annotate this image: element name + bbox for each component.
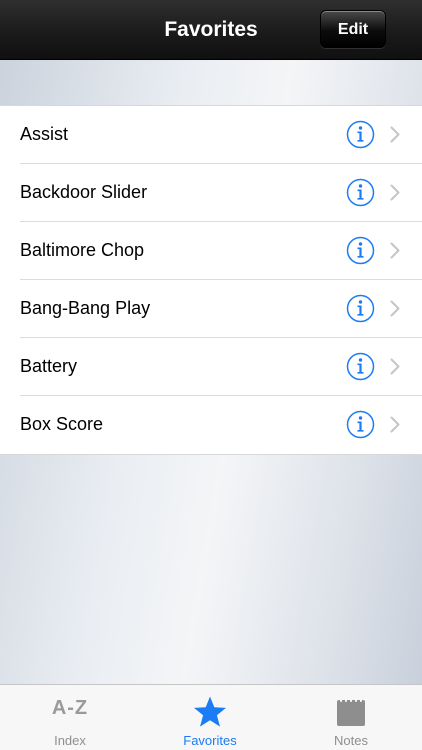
list-item[interactable]: Backdoor Slider: [20, 164, 422, 222]
chevron-right-icon: [390, 126, 400, 143]
chevron-right-icon: [390, 300, 400, 317]
info-icon[interactable]: [346, 178, 375, 207]
list-item[interactable]: Box Score: [20, 396, 422, 454]
list-item-label: Bang-Bang Play: [20, 298, 151, 318]
list-item[interactable]: Bang-Bang Play: [20, 280, 422, 338]
list-item-label: Backdoor Slider: [20, 182, 148, 202]
info-icon[interactable]: [346, 410, 375, 439]
tab-index[interactable]: A-Z Index: [0, 685, 140, 750]
info-icon[interactable]: [346, 294, 375, 323]
a-z-icon: A-Z: [51, 697, 89, 719]
list-item-label: Baltimore Chop: [20, 240, 145, 260]
chevron-right-icon: [390, 358, 400, 375]
tab-notes[interactable]: Notes: [281, 685, 421, 750]
list-item-label: Battery: [20, 356, 78, 376]
list-item[interactable]: Baltimore Chop: [20, 222, 422, 280]
favorites-list: Assist Backdoor Slider Baltimore Chop Ba…: [0, 105, 422, 455]
list-item[interactable]: Assist: [20, 106, 422, 164]
navigation-bar: Favorites Edit: [0, 0, 422, 60]
edit-button[interactable]: Edit: [320, 10, 386, 48]
list-item-label: Box Score: [20, 414, 104, 434]
tab-label: Notes: [334, 733, 368, 748]
chevron-right-icon: [390, 242, 400, 259]
tab-bar: A-Z Index Favorites Notes: [0, 684, 422, 750]
info-icon[interactable]: [346, 352, 375, 381]
list-item[interactable]: Battery: [20, 338, 422, 396]
notepad-icon: [337, 698, 365, 726]
tab-label: Favorites: [183, 733, 237, 748]
tab-favorites[interactable]: Favorites: [140, 685, 280, 750]
list-item-label: Assist: [20, 124, 69, 144]
info-icon[interactable]: [346, 236, 375, 265]
info-icon[interactable]: [346, 120, 375, 149]
tab-label: Index: [54, 733, 86, 748]
chevron-right-icon: [390, 184, 400, 201]
chevron-right-icon: [390, 416, 400, 433]
star-icon: [194, 696, 226, 727]
